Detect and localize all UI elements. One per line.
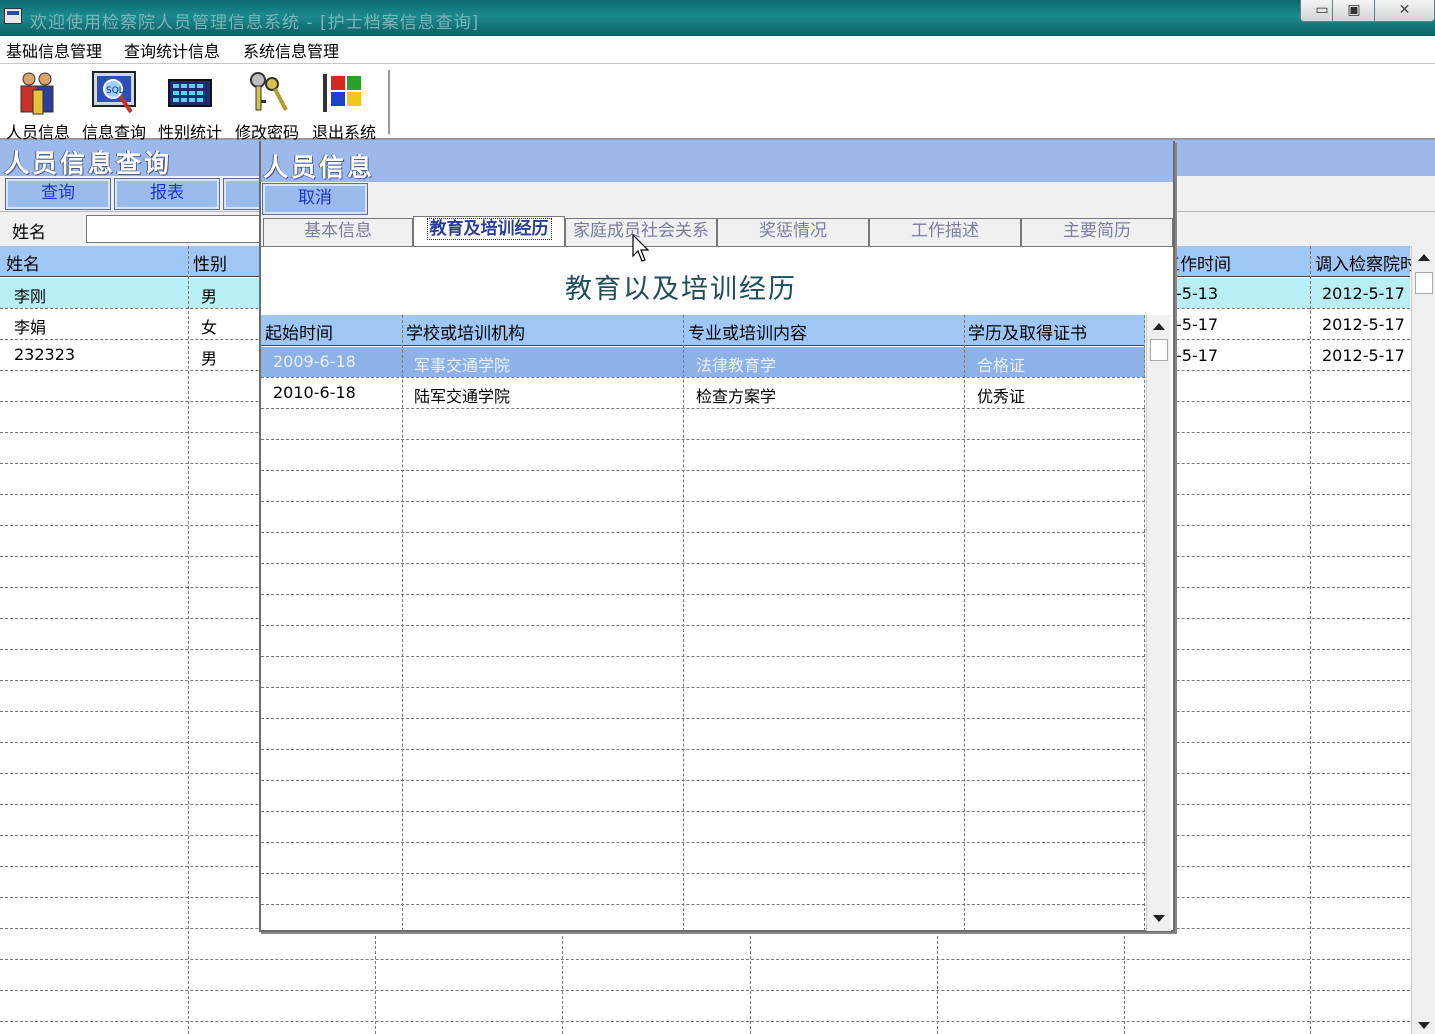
app-icon bbox=[4, 8, 22, 24]
calculator-icon bbox=[168, 79, 212, 107]
menu-system-info[interactable]: 系统信息管理 bbox=[243, 38, 339, 62]
toolbar-change-password-button[interactable]: 修改密码 bbox=[229, 68, 305, 142]
scroll-thumb[interactable] bbox=[1415, 272, 1433, 294]
person-grid-scrollbar[interactable] bbox=[1411, 246, 1435, 1034]
tab-label: 基本信息 bbox=[304, 221, 372, 241]
column-header-gender[interactable]: 性别 bbox=[193, 250, 227, 275]
toolbar-people-button[interactable]: 人员信息 bbox=[0, 68, 76, 142]
people-icon bbox=[20, 72, 54, 115]
mouse-cursor-icon bbox=[632, 234, 650, 262]
scroll-down-icon[interactable] bbox=[1418, 1022, 1430, 1029]
toolbar-separator bbox=[388, 70, 390, 134]
tab-education[interactable]: 教育及培训经历 bbox=[413, 216, 565, 246]
scroll-up-icon[interactable] bbox=[1153, 323, 1165, 330]
cell-school: 军事交通学院 bbox=[414, 356, 511, 375]
close-icon: ✕ bbox=[1398, 2, 1411, 18]
window-title: 欢迎使用检察院人员管理信息系统 - [护士档案信息查询] bbox=[30, 13, 480, 33]
education-grid-scrollbar[interactable] bbox=[1146, 315, 1171, 931]
cell-work-time: -5-17 bbox=[1176, 346, 1219, 365]
dialog-button-bar: 取消 bbox=[261, 182, 1173, 216]
tab-work-description[interactable]: 工作描述 bbox=[869, 218, 1021, 246]
cell-major: 法律教育学 bbox=[696, 356, 777, 375]
tab-label: 奖惩情况 bbox=[759, 221, 827, 241]
tab-rewards[interactable]: 奖惩情况 bbox=[717, 218, 869, 246]
menu-basic-info[interactable]: 基础信息管理 bbox=[6, 38, 102, 62]
tab-label: 教育及培训经历 bbox=[426, 218, 552, 240]
window-titlebar: 欢迎使用检察院人员管理信息系统 - [护士档案信息查询] ▭ ▣ ✕ bbox=[0, 0, 1435, 36]
cell-gender: 女 bbox=[201, 318, 218, 337]
dialog-tabs: 基本信息 教育及培训经历 家庭成员社会关系 奖惩情况 工作描述 主要简历 bbox=[261, 216, 1173, 246]
restore-icon: ▣ bbox=[1347, 2, 1361, 18]
cell-start-time: 2009-6-18 bbox=[273, 352, 356, 371]
column-header-school[interactable]: 学校或培训机构 bbox=[406, 319, 525, 344]
cell-certificate: 优秀证 bbox=[977, 387, 1026, 406]
cell-certificate: 合格证 bbox=[977, 356, 1026, 375]
query-button[interactable]: 查询 bbox=[5, 178, 111, 210]
cell-gender: 男 bbox=[201, 287, 218, 306]
education-grid: 起始时间 学校或培训机构 专业或培训内容 学历及取得证书 2009-6-18 军… bbox=[261, 315, 1171, 931]
column-header-major[interactable]: 专业或培训内容 bbox=[688, 319, 807, 344]
name-input[interactable] bbox=[86, 215, 266, 243]
tab-label: 主要简历 bbox=[1063, 221, 1131, 241]
dialog-header: 人员信息 bbox=[261, 141, 1173, 182]
maximize-button[interactable]: ▣ bbox=[1332, 0, 1376, 22]
report-button[interactable]: 报表 bbox=[114, 178, 220, 210]
scroll-thumb[interactable] bbox=[1150, 339, 1168, 361]
education-grid-header: 起始时间 学校或培训机构 专业或培训内容 学历及取得证书 bbox=[261, 315, 1145, 346]
query-panel-title: 人员信息查询 bbox=[4, 149, 173, 178]
dialog-title: 人员信息 bbox=[263, 153, 376, 182]
toolbar-exit-button[interactable]: 退出系统 bbox=[306, 68, 382, 142]
column-header-certificate[interactable]: 学历及取得证书 bbox=[968, 319, 1087, 344]
cell-join-time: 2012-5-17 bbox=[1322, 315, 1405, 334]
menu-bar: 基础信息管理 查询统计信息 系统信息管理 bbox=[0, 36, 1435, 64]
tab-resume[interactable]: 主要简历 bbox=[1021, 218, 1173, 246]
person-info-dialog: 人员信息 取消 基本信息 教育及培训经历 家庭成员社会关系 奖惩情况 工作描述 … bbox=[259, 141, 1175, 932]
education-tab-panel: 教育以及培训经历 起始时间 学校或培训机构 专业或培训内容 学历及取得证书 20… bbox=[261, 246, 1173, 931]
sql-search-icon: SQL bbox=[92, 71, 136, 114]
column-header-join-time[interactable]: 调入检察院时 bbox=[1315, 250, 1417, 275]
close-button[interactable]: ✕ bbox=[1374, 0, 1435, 22]
scroll-down-icon[interactable] bbox=[1153, 915, 1165, 922]
cell-gender: 男 bbox=[201, 349, 218, 368]
exit-flag-icon bbox=[323, 74, 361, 112]
toolbar: 人员信息 SQL 信息查询 性别统计 修改密码 退出系统 bbox=[0, 64, 1435, 142]
keys-icon bbox=[250, 72, 288, 111]
tab-basic-info[interactable]: 基本信息 bbox=[263, 218, 413, 246]
svg-text:SQL: SQL bbox=[106, 86, 124, 96]
cell-name: 李娟 bbox=[14, 318, 47, 337]
menu-query-stats[interactable]: 查询统计信息 bbox=[124, 38, 220, 62]
cell-join-time: 2012-5-17 bbox=[1322, 346, 1405, 365]
cancel-button[interactable]: 取消 bbox=[262, 183, 368, 215]
name-label: 姓名 bbox=[12, 223, 46, 243]
cell-work-time: -5-13 bbox=[1176, 284, 1219, 303]
scroll-up-icon[interactable] bbox=[1418, 254, 1430, 261]
cell-join-time: 2012-5-17 bbox=[1322, 284, 1405, 303]
hidden-button[interactable] bbox=[223, 178, 265, 210]
cell-major: 检查方案学 bbox=[696, 387, 777, 406]
toolbar-gender-stats-button[interactable]: 性别统计 bbox=[152, 68, 228, 142]
cell-name: 232323 bbox=[14, 345, 76, 364]
cell-work-time: -5-17 bbox=[1176, 315, 1219, 334]
column-header-name[interactable]: 姓名 bbox=[6, 250, 40, 275]
minimize-icon: ▭ bbox=[1315, 2, 1329, 18]
toolbar-query-button[interactable]: SQL 信息查询 bbox=[76, 68, 152, 142]
section-title: 教育以及培训经历 bbox=[565, 274, 797, 305]
cell-school: 陆军交通学院 bbox=[414, 387, 511, 406]
tab-label: 工作描述 bbox=[911, 221, 979, 241]
cell-start-time: 2010-6-18 bbox=[273, 383, 356, 402]
column-header-start-time[interactable]: 起始时间 bbox=[265, 319, 333, 344]
cell-name: 李刚 bbox=[14, 287, 47, 306]
